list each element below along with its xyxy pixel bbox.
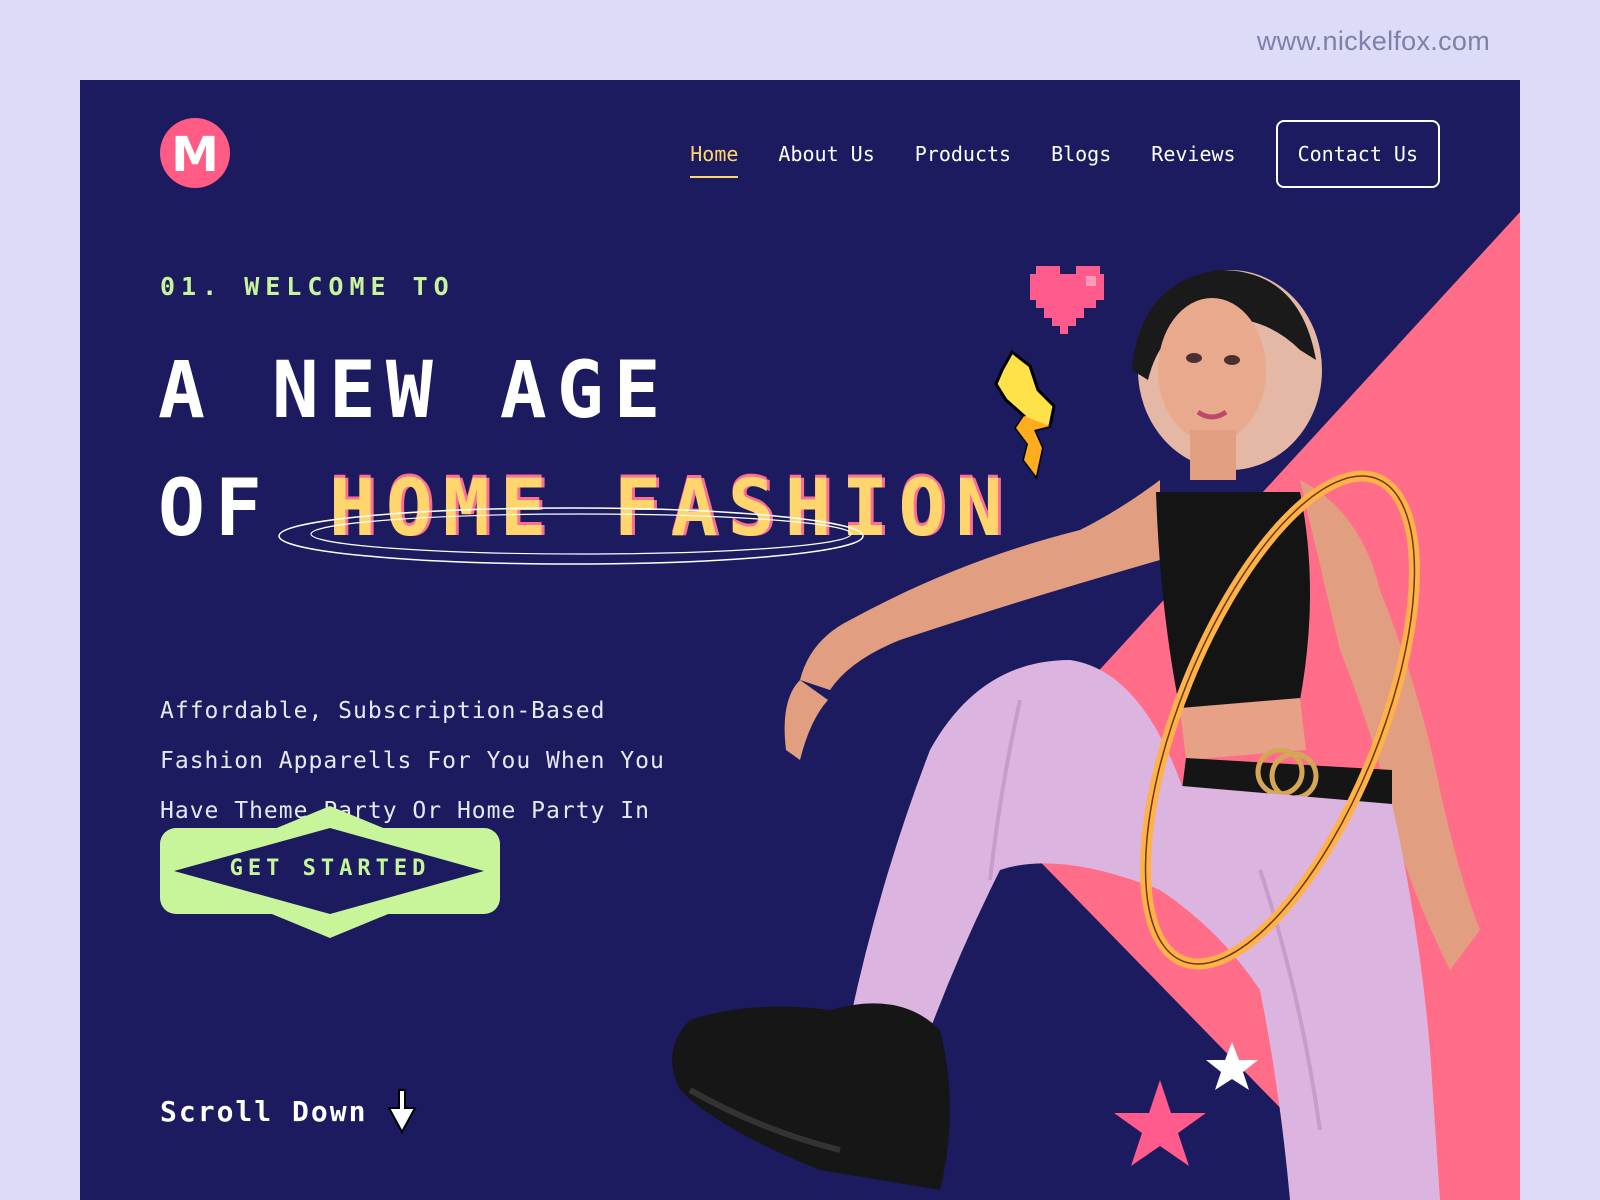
watermark-url: www.nickelfox.com bbox=[1256, 26, 1490, 56]
fashion-model-illustration bbox=[672, 270, 1480, 1200]
get-started-button[interactable]: GET STARTED bbox=[160, 802, 500, 942]
hero-eyebrow: 01. WELCOME TO bbox=[160, 272, 455, 301]
nav-item-reviews[interactable]: Reviews bbox=[1151, 138, 1235, 170]
main-nav: Home About Us Products Blogs Reviews Con… bbox=[650, 120, 1440, 188]
m-logo-icon: M bbox=[171, 127, 219, 183]
get-started-label: GET STARTED bbox=[229, 856, 431, 881]
contact-us-button[interactable]: Contact Us bbox=[1275, 120, 1440, 188]
site-logo[interactable]: M bbox=[160, 118, 230, 188]
nav-item-products[interactable]: Products bbox=[915, 138, 1011, 170]
scroll-down-link[interactable]: Scroll Down bbox=[160, 1088, 418, 1134]
nav-item-about-us[interactable]: About Us bbox=[778, 138, 874, 170]
scroll-down-label: Scroll Down bbox=[160, 1094, 368, 1128]
headline-line-2-prefix: OF bbox=[158, 464, 329, 554]
pixel-cursor-icon bbox=[387, 1089, 418, 1134]
nav-item-home[interactable]: Home bbox=[690, 138, 739, 178]
landing-page: M Home About Us Products Blogs Reviews C… bbox=[80, 80, 1520, 1200]
nav-item-blogs[interactable]: Blogs bbox=[1051, 138, 1111, 170]
